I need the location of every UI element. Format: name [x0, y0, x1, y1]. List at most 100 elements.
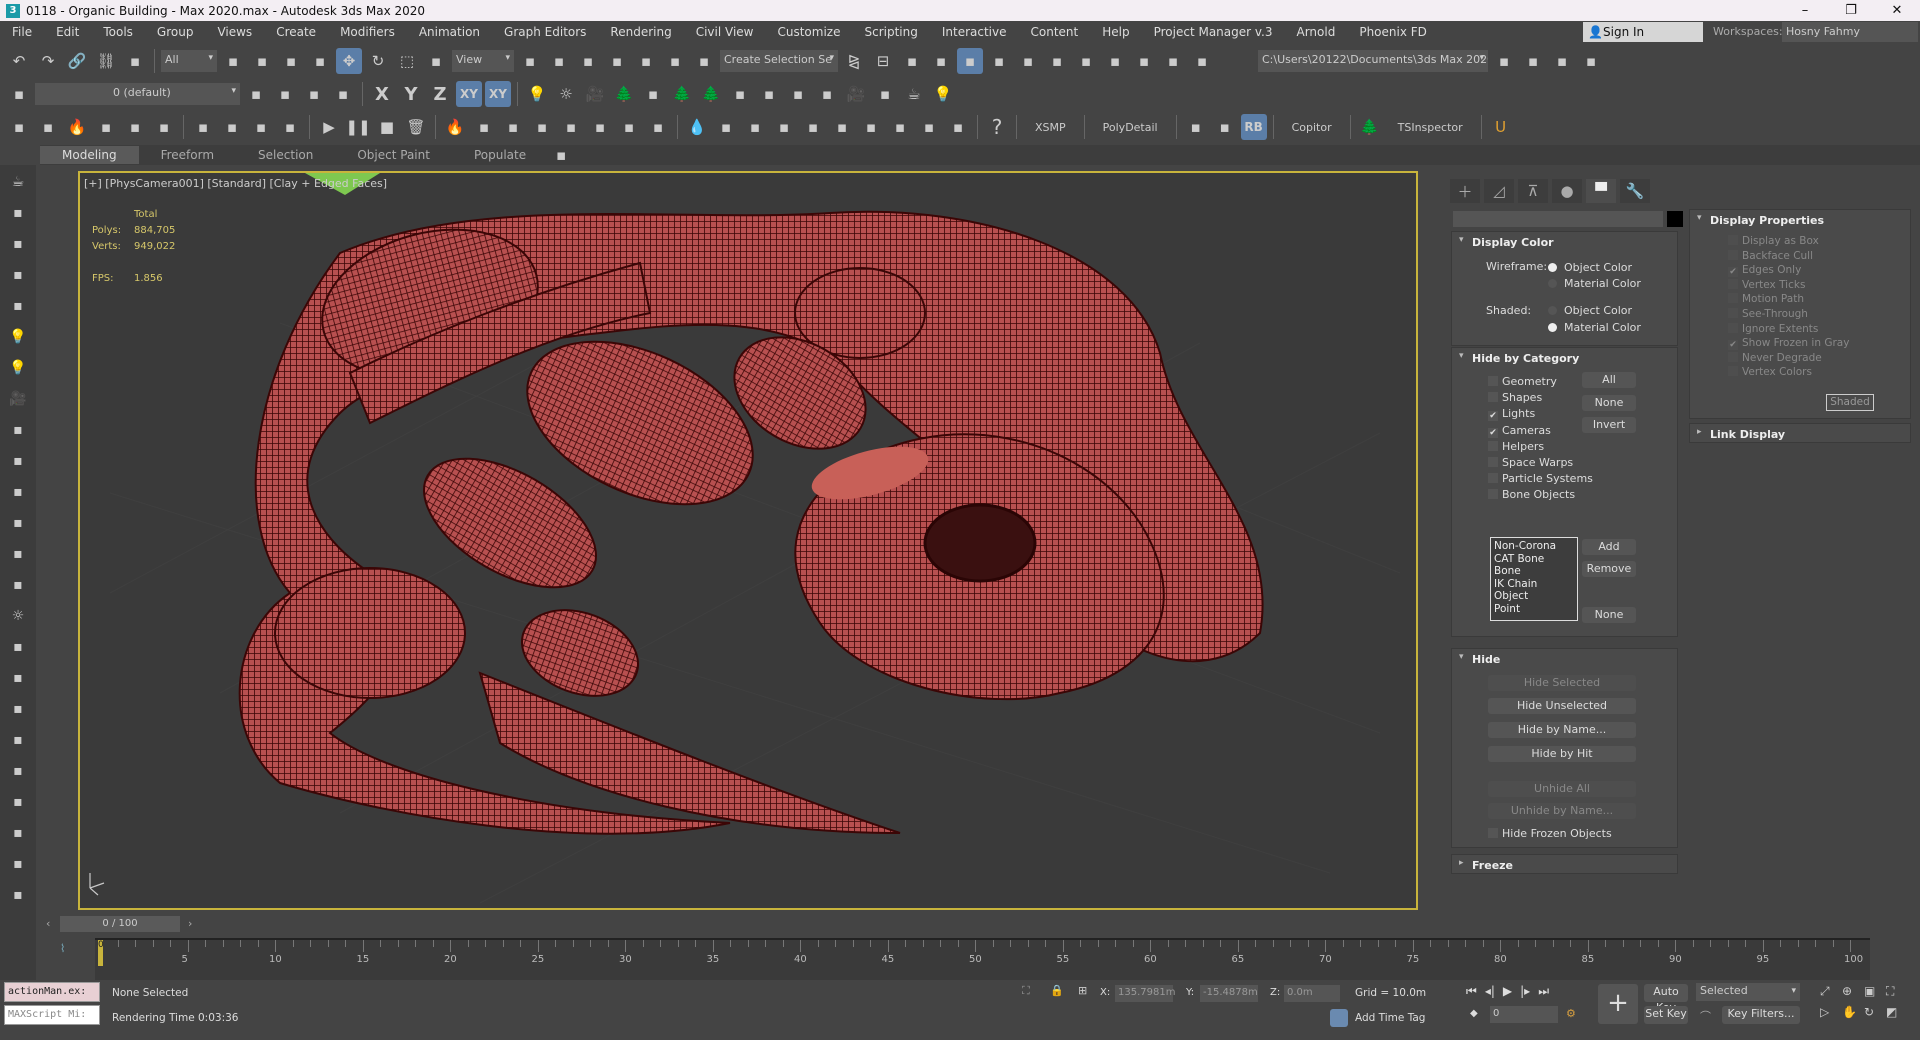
stop-icon[interactable]: ■: [374, 114, 400, 140]
play-icon[interactable]: ▶: [1503, 984, 1512, 999]
viewport-icon[interactable]: ▪: [785, 81, 811, 107]
snap-3d-icon[interactable]: ▪: [575, 48, 601, 74]
move-icon[interactable]: ✥: [336, 48, 362, 74]
polydetail-button[interactable]: PolyDetail: [1091, 121, 1170, 134]
utilities-tab[interactable]: 🔧: [1620, 179, 1650, 203]
rotate-icon[interactable]: ↻: [365, 48, 391, 74]
category-list-item[interactable]: Non-Corona: [1494, 540, 1574, 553]
steam-icon[interactable]: ▪: [645, 114, 671, 140]
hide-frozen-checkbox[interactable]: Hide Frozen Objects: [1488, 827, 1612, 840]
add-time-tag-button[interactable]: Add Time Tag: [1355, 1012, 1425, 1024]
settings-icon[interactable]: ▪: [6, 851, 30, 877]
menu-interactive[interactable]: Interactive: [930, 25, 1019, 39]
splash-red-icon[interactable]: ▪: [829, 114, 855, 140]
burst-icon[interactable]: ▪: [277, 114, 303, 140]
light-icon[interactable]: 💡: [524, 81, 550, 107]
object-name-field[interactable]: [1453, 211, 1663, 227]
timeline-ruler[interactable]: 5 10 15 20 25 30 35 40 45 50 55 60 65 70 75 80 85 90 95 100…: [95, 938, 1870, 980]
shaded-material-color-radio[interactable]: Material Color: [1548, 321, 1641, 334]
checkbox[interactable]: [1488, 473, 1498, 484]
placement-icon[interactable]: ▪: [423, 48, 449, 74]
next-key-icon[interactable]: |▸: [1520, 984, 1530, 999]
maxscript-listener-output[interactable]: actionMan.ex:: [4, 982, 100, 1002]
display-property-display-as-box[interactable]: Display as Box: [1728, 235, 1819, 247]
project-settings-icon[interactable]: ▪: [1578, 48, 1604, 74]
checkbox[interactable]: ✔: [1728, 340, 1738, 351]
atom-yellow-icon[interactable]: ▪: [122, 114, 148, 140]
hide-by-hit-button[interactable]: Hide by Hit: [1488, 746, 1636, 762]
axis-constraint-z[interactable]: Z: [427, 81, 453, 107]
arrow-green-icon[interactable]: ▪: [219, 114, 245, 140]
set-key-button[interactable]: Set Key: [1644, 1006, 1688, 1024]
checkbox[interactable]: [1728, 293, 1738, 304]
water-icon[interactable]: 💧: [684, 114, 710, 140]
display-property-backface-cull[interactable]: Backface Cull: [1728, 249, 1813, 262]
isolate-selection-icon[interactable]: ⛶: [1022, 984, 1030, 998]
menu-modifiers[interactable]: Modifiers: [328, 25, 407, 39]
sun-icon[interactable]: ☼: [6, 603, 30, 629]
category-checkbox-space-warps[interactable]: Space Warps: [1488, 456, 1573, 469]
menu-project-manager-v-3[interactable]: Project Manager v.3: [1142, 25, 1285, 39]
ribbon-options-icon[interactable]: ▪: [548, 146, 574, 164]
copitor-button[interactable]: Copitor: [1280, 121, 1344, 134]
percent-snap-icon[interactable]: ▪: [633, 48, 659, 74]
shaded-object-color-radio[interactable]: Object Color: [1548, 304, 1632, 317]
rendered-frame-icon[interactable]: ▪: [1102, 48, 1128, 74]
category-list[interactable]: Non-Corona CAT Bone Bone IK Chain Object Poi…: [1490, 537, 1578, 621]
select-object-icon[interactable]: ▪: [220, 48, 246, 74]
light-icon[interactable]: 💡: [6, 355, 30, 381]
teapot-icon[interactable]: ☕: [6, 169, 30, 195]
pine-icon[interactable]: 🌲: [669, 81, 695, 107]
category-checkbox-bone-objects[interactable]: Bone Objects: [1488, 488, 1575, 501]
tube-icon[interactable]: ▪: [6, 541, 30, 567]
drop-blue-icon[interactable]: ▪: [93, 114, 119, 140]
ocean-icon[interactable]: ▪: [945, 114, 971, 140]
orbit-icon[interactable]: ↻: [1864, 1005, 1886, 1019]
material-editor-icon[interactable]: ▪: [1044, 48, 1070, 74]
time-slider-track[interactable]: ‹ 0 / 100 ›: [40, 914, 1920, 934]
hierarchy-tab[interactable]: ⊼: [1518, 179, 1548, 203]
geosphere-icon[interactable]: ▪: [6, 634, 30, 660]
select-by-name-icon[interactable]: ▪: [249, 48, 275, 74]
display-property-vertex-colors[interactable]: Vertex Colors: [1728, 366, 1812, 378]
menu-rendering[interactable]: Rendering: [598, 25, 683, 39]
display-property-show-frozen-in-gray[interactable]: ✔ Show Frozen in Gray: [1728, 337, 1849, 351]
pause-icon[interactable]: ❚❚: [345, 114, 371, 140]
scene-explorer-icon[interactable]: ▪: [899, 48, 925, 74]
category-list-item[interactable]: CAT Bone: [1494, 553, 1574, 566]
waterfall-icon[interactable]: ▪: [916, 114, 942, 140]
z-coordinate-field[interactable]: 0.0m: [1284, 985, 1340, 1002]
mesh-icon[interactable]: ▪: [6, 758, 30, 784]
workspace-dropdown[interactable]: Hosny Fahmy: [1782, 22, 1918, 42]
maxscript-mini-listener[interactable]: MAXScript Mi:: [4, 1005, 100, 1025]
redo-icon[interactable]: ↷: [35, 48, 61, 74]
torus-icon[interactable]: ▪: [6, 510, 30, 536]
gem-plugin-icon[interactable]: ▪: [1212, 114, 1238, 140]
category-checkbox-geometry[interactable]: Geometry: [1488, 375, 1557, 388]
maximize-button[interactable]: ❐: [1828, 0, 1874, 21]
wireframe-object-color-radio[interactable]: Object Color: [1548, 261, 1632, 274]
axis-constraint-y[interactable]: Y: [398, 81, 424, 107]
create-project-icon[interactable]: ▪: [1549, 48, 1575, 74]
display-property-never-degrade[interactable]: Never Degrade: [1728, 351, 1822, 364]
cube-plugin-icon[interactable]: ▪: [1183, 114, 1209, 140]
display-tab[interactable]: ▀: [1586, 179, 1616, 203]
checkbox[interactable]: [1728, 278, 1738, 289]
modify-tab[interactable]: ◿: [1484, 179, 1514, 203]
cube-purple-icon[interactable]: ▪: [151, 114, 177, 140]
menu-group[interactable]: Group: [145, 25, 206, 39]
category-checkbox-shapes[interactable]: Shapes: [1488, 391, 1542, 404]
minimize-button[interactable]: –: [1782, 0, 1828, 21]
absolute-mode-icon[interactable]: ⊞: [1078, 984, 1087, 997]
named-selection-set-dropdown[interactable]: Create Selection Se: [720, 50, 838, 72]
project-path-dropdown[interactable]: C:\Users\20122\Documents\3ds Max 2020: [1258, 50, 1488, 72]
render-grid-icon[interactable]: ▪: [1189, 48, 1215, 74]
motion-tab[interactable]: ●: [1552, 179, 1582, 203]
sphere-icon[interactable]: ▪: [6, 200, 30, 226]
explosion2-icon[interactable]: ▪: [529, 114, 555, 140]
lathe-icon[interactable]: ▪: [6, 727, 30, 753]
ribbon-tab-populate[interactable]: Populate: [452, 146, 548, 164]
hide-unselected-button[interactable]: Hide Unselected: [1488, 698, 1636, 714]
fire2-icon[interactable]: ▪: [471, 114, 497, 140]
selection-filter-dropdown[interactable]: All: [161, 50, 217, 72]
